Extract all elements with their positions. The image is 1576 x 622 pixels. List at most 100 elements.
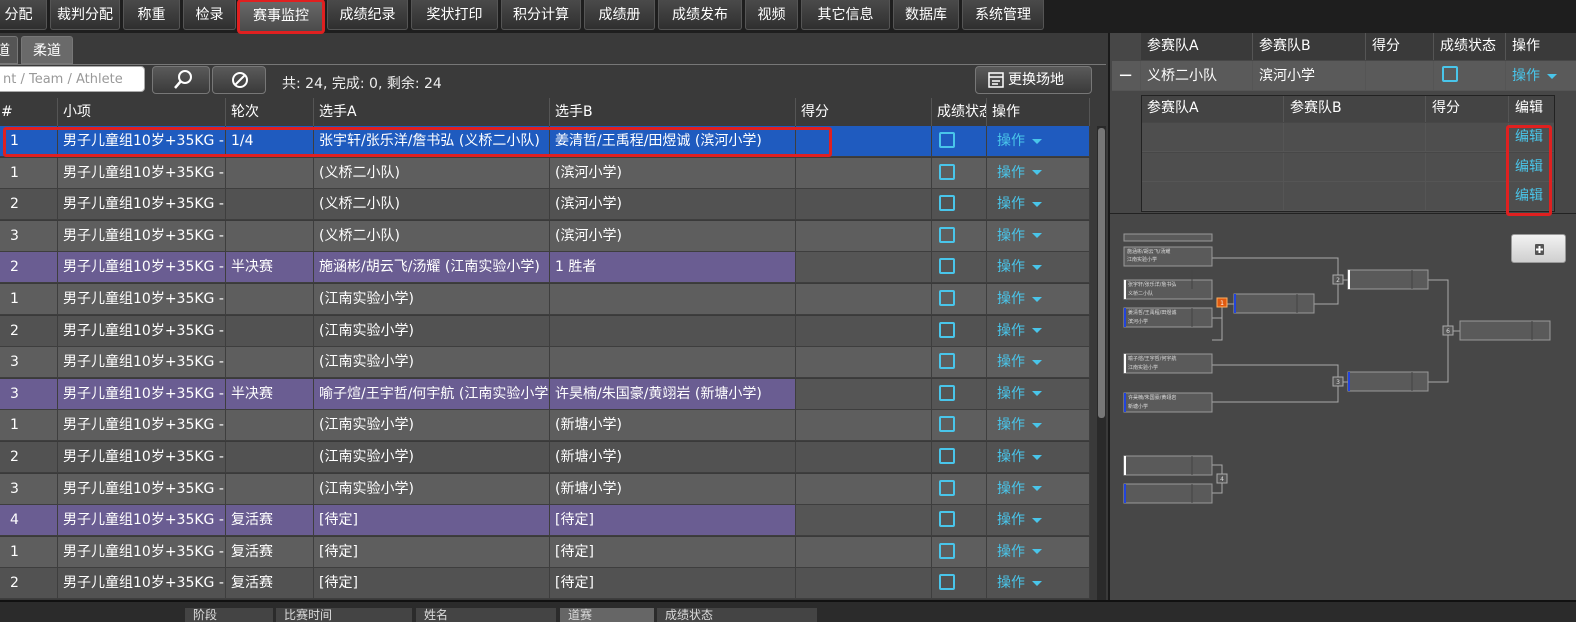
col-header-status[interactable]: 成绩状态 — [932, 98, 987, 126]
nav-tab-monitor[interactable]: 赛事监控 — [237, 0, 325, 34]
status-checkbox[interactable] — [939, 290, 955, 306]
team-status-cell[interactable] — [1434, 61, 1506, 91]
nav-tab-checkin[interactable]: 检录 — [183, 0, 236, 30]
cell-status[interactable] — [932, 157, 987, 189]
action-dropdown[interactable]: 操作 — [997, 449, 1025, 465]
nav-tab-records[interactable]: 成绩纪录 — [327, 0, 408, 30]
subtab-judo[interactable]: 柔道 — [21, 36, 73, 64]
nav-tab-allocation[interactable]: 分配 — [0, 0, 47, 30]
nav-tab-other[interactable]: 其它信息 — [801, 0, 890, 30]
cell-status[interactable] — [932, 284, 987, 315]
cell-status[interactable] — [932, 505, 987, 537]
cell-status[interactable] — [932, 378, 987, 410]
col-header-round[interactable]: 轮次 — [226, 98, 314, 126]
nav-tab-database[interactable]: 数据库 — [893, 0, 959, 30]
cell-action[interactable]: 操作 — [987, 189, 1090, 221]
status-checkbox[interactable] — [939, 226, 955, 243]
status-checkbox[interactable] — [939, 479, 955, 496]
cell-status[interactable] — [932, 568, 987, 600]
clear-button[interactable] — [212, 66, 266, 94]
cell-status[interactable] — [932, 442, 987, 473]
cell-action[interactable]: 操作 — [987, 284, 1090, 315]
action-dropdown[interactable]: 操作 — [997, 481, 1025, 497]
status-checkbox[interactable] — [939, 195, 955, 212]
bracket-slot-sf-a[interactable] — [1233, 293, 1315, 314]
action-dropdown[interactable]: 操作 — [997, 165, 1025, 181]
status-checkbox[interactable] — [939, 384, 955, 401]
cell-action[interactable]: 操作 — [987, 157, 1090, 189]
status-checkbox[interactable] — [939, 258, 955, 275]
col-header-num[interactable]: # — [0, 98, 58, 126]
table-row[interactable]: 2 男子儿童组10岁+35KG - 半决赛半决赛 施涵彬/胡云飞/汤耀 (江南实验小… — [0, 252, 1090, 284]
nav-tab-referee[interactable]: 裁判分配 — [50, 0, 120, 30]
cell-status[interactable] — [932, 252, 987, 284]
cell-action[interactable]: 操作 — [987, 252, 1090, 284]
status-checkbox[interactable] — [939, 542, 955, 559]
table-row[interactable]: 2 男子儿童组10岁+35KG - 半决赛 (江南实验小学) (新塘小学) 操作 — [0, 442, 1090, 473]
action-dropdown[interactable]: 操作 — [997, 323, 1025, 339]
table-row[interactable]: 3 男子儿童组10岁+35KG - 半决赛半决赛 喻子煊/王宇哲/何宇航 (江南实验… — [0, 378, 1090, 410]
action-dropdown[interactable]: 操作 — [997, 544, 1025, 560]
action-dropdown[interactable]: 操作 — [997, 417, 1025, 433]
cell-status[interactable] — [932, 347, 987, 379]
action-dropdown[interactable]: 操作 — [997, 354, 1025, 370]
nav-tab-certificate[interactable]: 奖状打印 — [411, 0, 498, 30]
cell-status[interactable] — [932, 126, 987, 157]
table-row[interactable]: 2 男子儿童组10岁+35KG - 1/4 (义桥二小队) (滨河小学) 操作 — [0, 189, 1090, 221]
status-checkbox[interactable] — [939, 132, 955, 148]
table-row[interactable]: 1 男子儿童组10岁+35KG - 复活赛复活赛 [待定] [待定] 操作 — [0, 536, 1090, 568]
cell-status[interactable] — [932, 189, 987, 221]
cell-action[interactable]: 操作 — [987, 126, 1090, 157]
cell-status[interactable] — [932, 473, 987, 505]
status-checkbox[interactable] — [939, 448, 955, 464]
swap-venue-button[interactable]: 更换场地 — [975, 66, 1092, 94]
bracket-slot-sf-b[interactable] — [1347, 269, 1429, 290]
cell-action[interactable]: 操作 — [987, 347, 1090, 379]
table-row[interactable]: 3 男子儿童组10岁+35KG - 半决赛 (江南实验小学) 操作 — [0, 347, 1090, 379]
table-row[interactable]: 1 男子儿童组10岁+35KG - 1/4 1/4 张宇轩/张乐洋/詹书弘 (义桥二小… — [0, 126, 1090, 157]
col-header-player-b[interactable]: 选手B — [550, 98, 796, 126]
table-scrollbar-thumb[interactable] — [1098, 128, 1105, 418]
action-dropdown[interactable]: 操作 — [997, 196, 1025, 212]
cell-action[interactable]: 操作 — [987, 378, 1090, 410]
status-checkbox[interactable] — [939, 511, 955, 528]
cell-action[interactable]: 操作 — [987, 220, 1090, 252]
action-dropdown[interactable]: 操作 — [997, 259, 1025, 275]
subtab-sport-prev[interactable]: 道 — [0, 36, 18, 64]
team-action-cell[interactable]: 操作 — [1506, 61, 1576, 91]
nav-tab-publish[interactable]: 成绩发布 — [658, 0, 742, 30]
action-dropdown[interactable]: 操作 — [997, 133, 1025, 149]
status-checkbox[interactable] — [939, 321, 955, 338]
status-checkbox[interactable] — [939, 353, 955, 370]
table-row[interactable]: 1 男子儿童组10岁+35KG - 半决赛 (江南实验小学) (新塘小学) 操作 — [0, 410, 1090, 442]
table-row[interactable]: 1 男子儿童组10岁+35KG - 1/4 (义桥二小队) (滨河小学) 操作 — [0, 157, 1090, 189]
cell-action[interactable]: 操作 — [987, 473, 1090, 505]
cell-status[interactable] — [932, 536, 987, 568]
table-row[interactable]: 3 男子儿童组10岁+35KG - 半决赛 (江南实验小学) (新塘小学) 操作 — [0, 473, 1090, 505]
table-row[interactable]: 2 男子儿童组10岁+35KG - 复活赛复活赛 [待定] [待定] 操作 — [0, 568, 1090, 600]
team-action-dropdown[interactable]: 操作 — [1512, 68, 1540, 84]
status-checkbox[interactable] — [939, 163, 955, 180]
table-row[interactable]: 4 男子儿童组10岁+35KG - 复活赛复活赛 [待定] [待定] 操作 — [0, 505, 1090, 537]
action-dropdown[interactable]: 操作 — [997, 228, 1025, 244]
nav-tab-system[interactable]: 系统管理 — [962, 0, 1044, 30]
col-header-action[interactable]: 操作 — [987, 98, 1090, 126]
table-row[interactable]: 3 男子儿童组10岁+35KG - 1/4 (义桥二小队) (滨河小学) 操作 — [0, 220, 1090, 252]
search-button[interactable] — [152, 66, 210, 94]
status-checkbox[interactable] — [939, 416, 955, 433]
cell-action[interactable]: 操作 — [987, 568, 1090, 600]
action-dropdown[interactable]: 操作 — [997, 512, 1025, 528]
cell-status[interactable] — [932, 410, 987, 442]
expand-toggle[interactable]: − — [1112, 61, 1141, 91]
table-row[interactable]: 2 男子儿童组10岁+35KG - 半决赛 (江南实验小学) 操作 — [0, 315, 1090, 347]
search-input[interactable] — [0, 66, 145, 92]
nav-tab-points[interactable]: 积分计算 — [501, 0, 581, 30]
status-checkbox[interactable] — [939, 574, 955, 591]
bracket-slot-rep-b[interactable] — [1123, 483, 1213, 504]
cell-action[interactable]: 操作 — [987, 505, 1090, 537]
bracket-slot-final[interactable] — [1459, 320, 1551, 341]
cell-action[interactable]: 操作 — [987, 442, 1090, 473]
col-header-event[interactable]: 小项 — [58, 98, 226, 126]
action-dropdown[interactable]: 操作 — [997, 386, 1025, 402]
col-header-score[interactable]: 得分 — [796, 98, 932, 126]
